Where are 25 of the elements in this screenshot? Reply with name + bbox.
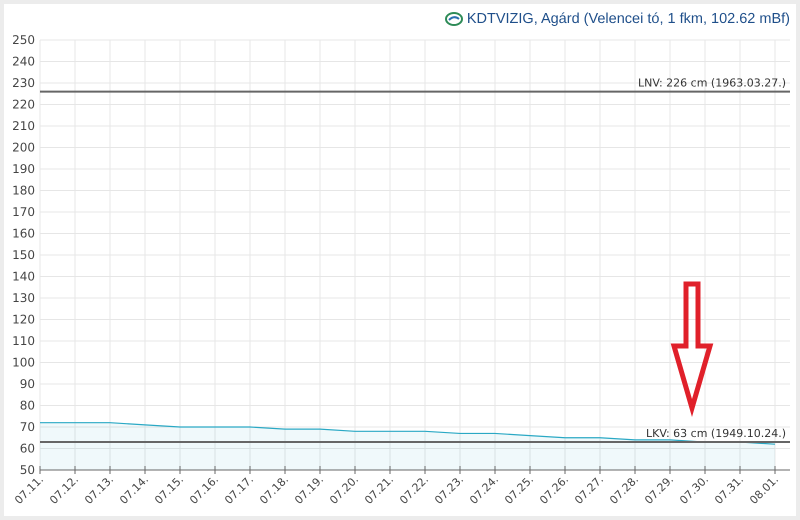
y-tick-label: 80 xyxy=(20,398,35,412)
y-tick-label: 240 xyxy=(12,54,35,68)
y-tick-label: 100 xyxy=(12,356,35,370)
y-tick-label: 60 xyxy=(20,442,35,456)
y-tick-label: 90 xyxy=(20,377,35,391)
y-tick-label: 220 xyxy=(12,98,35,112)
y-tick-label: 180 xyxy=(12,184,35,198)
y-tick-label: 140 xyxy=(12,270,35,284)
y-tick-label: 230 xyxy=(12,76,35,90)
y-tick-label: 190 xyxy=(12,162,35,176)
reference-label: LKV: 63 cm (1949.10.24.) xyxy=(646,427,786,440)
reference-label: LNV: 226 cm (1963.03.27.) xyxy=(638,76,786,90)
y-tick-label: 110 xyxy=(12,334,35,348)
y-tick-label: 170 xyxy=(12,205,35,219)
y-tick-label: 120 xyxy=(12,312,35,326)
y-tick-label: 250 xyxy=(12,33,35,47)
y-tick-label: 200 xyxy=(12,140,35,154)
y-tick-label: 150 xyxy=(12,248,35,262)
y-tick-label: 70 xyxy=(20,420,35,434)
chart-title: KDTVIZIG, Agárd (Velencei tó, 1 fkm, 102.62 mBf) xyxy=(466,11,790,27)
y-tick-label: 130 xyxy=(12,291,35,305)
logo-icon xyxy=(444,12,463,26)
y-tick-label: 50 xyxy=(20,463,35,477)
y-tick-label: 160 xyxy=(12,226,35,240)
y-tick-label: 210 xyxy=(12,119,35,133)
